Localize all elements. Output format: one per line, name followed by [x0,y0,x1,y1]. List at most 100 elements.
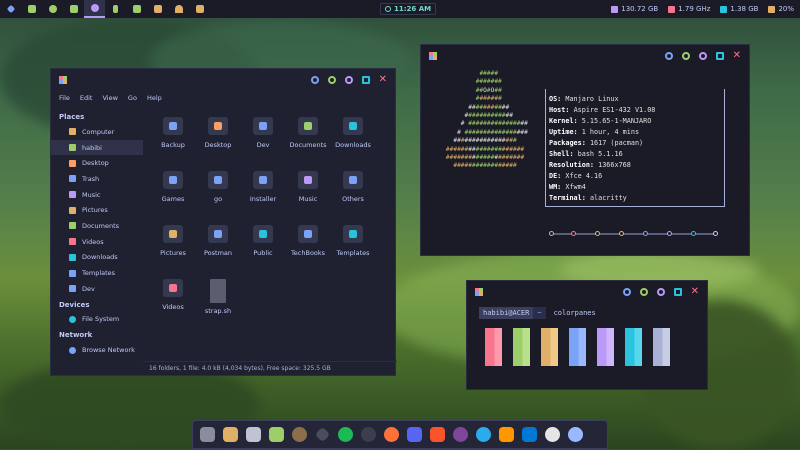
telegram-dock-icon[interactable] [473,424,494,445]
vscode-dock-icon[interactable] [519,424,540,445]
tor-dock-icon[interactable] [450,424,471,445]
refresh-icon[interactable] [344,76,353,84]
window-titlebar[interactable]: ✕ [467,281,707,303]
folder-videos-icon [163,279,183,297]
sidebar-item-documents[interactable]: Documents [51,218,143,234]
folder-icon [163,117,183,135]
memory-icon [720,5,728,13]
file-manager-dock-icon[interactable] [243,424,264,445]
pictures-icon [69,206,76,214]
image-viewer-icon[interactable] [63,0,84,18]
menu-file[interactable]: File [59,94,70,102]
maximize-icon[interactable] [673,288,682,296]
trash-dock-icon[interactable] [197,424,218,445]
terminal-icon[interactable] [21,0,42,18]
folder-techbooks[interactable]: TechBooks [286,221,330,257]
notes-icon[interactable] [147,0,168,18]
sidebar-item-dev[interactable]: Dev [51,281,143,297]
gimp-dock-icon[interactable] [289,424,310,445]
shade-icon[interactable] [664,52,673,60]
folder-icon [253,171,273,189]
refresh-icon[interactable] [656,288,665,296]
folder-music[interactable]: Music [286,167,330,203]
settings-icon[interactable] [84,0,105,18]
folder-downloads-icon [343,117,363,135]
brave-dock-icon[interactable] [427,424,448,445]
window-titlebar[interactable]: ✕ [421,45,749,67]
package-icon[interactable] [126,0,147,18]
sidebar-item-templates[interactable]: Templates [51,265,143,281]
folder-desktop[interactable]: Desktop [196,113,240,149]
sidebar-item-pictures[interactable]: Pictures [51,202,143,218]
info-terminal: Terminal: alacritty [549,194,627,202]
folder-documents[interactable]: Documents [286,113,330,149]
clock[interactable]: 11:26 AM [380,3,437,15]
maximize-icon[interactable] [715,52,724,60]
sidebar-item-videos[interactable]: Videos [51,234,143,250]
sidebar: Places Computer habibi Desktop Trash Mus… [51,109,143,364]
refresh-icon[interactable] [698,52,707,60]
folder-videos[interactable]: Videos [151,275,195,311]
folder-templates[interactable]: Templates [331,221,375,257]
folder-installer[interactable]: Installer [241,167,285,203]
window-titlebar[interactable]: ✕ [51,69,395,91]
folder-games[interactable]: Games [151,167,195,203]
inkscape-dock-icon[interactable] [312,424,333,445]
menu-icon[interactable] [0,0,21,18]
info-de: DE: Xfce 4.16 [549,172,603,180]
menu-edit[interactable]: Edit [80,94,93,102]
sidebar-item-habibi[interactable]: habibi [51,139,143,156]
folder-pictures[interactable]: Pictures [151,221,195,257]
firefox-dock-icon[interactable] [381,424,402,445]
sidebar-item-music[interactable]: Music [51,187,143,203]
minimize-icon[interactable] [639,288,648,296]
sidebar-item-computer[interactable]: Computer [51,124,143,140]
close-icon[interactable]: ✕ [733,51,741,61]
minimize-icon[interactable] [681,52,690,60]
close-icon[interactable]: ✕ [691,287,699,297]
prompt-path: ~ [533,307,546,319]
pane-gray [653,328,670,366]
sidebar-item-trash[interactable]: Trash [51,171,143,187]
folder-others[interactable]: Others [331,167,375,203]
folder-icon [163,171,183,189]
sidebar-item-downloads[interactable]: Downloads [51,250,143,266]
trash-icon [69,175,76,183]
clock-label: 11:26 AM [394,5,432,13]
close-icon[interactable]: ✕ [379,75,387,85]
window-menu-icon[interactable] [59,76,67,84]
shade-icon[interactable] [622,288,631,296]
folder-postman[interactable]: Postman [196,221,240,257]
menu-go[interactable]: Go [128,94,137,102]
folder-templates-icon [343,225,363,243]
minimize-icon[interactable] [327,76,336,84]
firefox-icon[interactable] [42,0,63,18]
music-icon[interactable] [105,0,126,18]
window-menu-icon[interactable] [429,52,437,60]
devices-heading: Devices [59,300,90,309]
settings-dock-icon[interactable] [565,424,586,445]
shade-icon[interactable] [310,76,319,84]
sublime-dock-icon[interactable] [496,424,517,445]
wifi-icon[interactable] [168,0,189,18]
file-strap-sh[interactable]: strap.sh [196,275,240,315]
folder-public[interactable]: Public [241,221,285,257]
screenshot-icon[interactable] [189,0,210,18]
discord-dock-icon[interactable] [404,424,425,445]
sidebar-item-desktop[interactable]: Desktop [51,155,143,171]
spotify-dock-icon[interactable] [335,424,356,445]
folder-backup[interactable]: Backup [151,113,195,149]
amazon-dock-icon[interactable] [358,424,379,445]
folder-downloads[interactable]: Downloads [331,113,375,149]
menu-view[interactable]: View [102,94,117,102]
menu-help[interactable]: Help [147,94,162,102]
timeshift-dock-icon[interactable] [542,424,563,445]
font-viewer-dock-icon[interactable] [220,424,241,445]
folder-dev[interactable]: Dev [241,113,285,149]
sidebar-item-file-system[interactable]: File System [51,312,143,328]
photos-dock-icon[interactable] [266,424,287,445]
folder-go[interactable]: go [196,167,240,203]
maximize-icon[interactable] [361,76,370,84]
sidebar-item-browse-network[interactable]: Browse Network [51,342,143,358]
window-menu-icon[interactable] [475,288,483,296]
